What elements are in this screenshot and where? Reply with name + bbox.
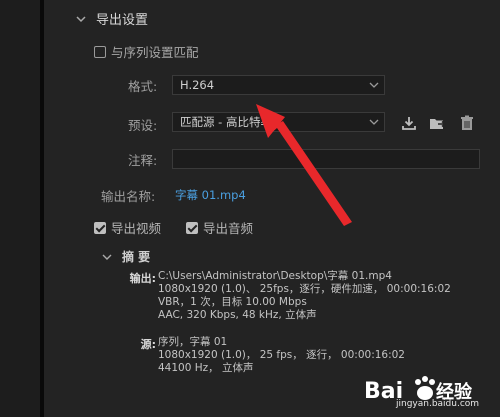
format-label: 格式: <box>128 79 158 94</box>
section-title: 导出设置 <box>96 13 149 28</box>
export-audio-checkbox[interactable] <box>186 221 198 234</box>
export-settings-header[interactable]: 导出设置 <box>74 9 148 28</box>
summary-output-line: 1080x1920 (1.0)、 25fps，逐行，硬件加速， 00:00:16… <box>158 283 451 295</box>
summary-output-label: 输出: <box>129 272 156 285</box>
preset-label: 预设: <box>128 118 158 133</box>
match-sequence-label: 与序列设置匹配 <box>111 45 199 60</box>
summary-header[interactable]: 摘 要 <box>102 248 150 265</box>
summary-output-line: C:\Users\Administrator\Desktop\字幕 01.mp4 <box>158 270 392 282</box>
format-dropdown[interactable]: H.264 <box>172 75 385 95</box>
export-video-checkbox[interactable] <box>94 221 106 234</box>
watermark-url: jingyan.baidu.com <box>396 399 480 409</box>
summary-source-line: 1080x1920 (1.0)， 25 fps， 逐行， 00:00:16:02 <box>158 349 405 361</box>
summary-title: 摘 要 <box>122 250 151 264</box>
preset-value: 匹配源 - 高比特率 <box>180 115 272 129</box>
left-panel-edge <box>0 0 40 417</box>
save-preset-button[interactable] <box>399 113 419 133</box>
preset-dropdown[interactable]: 匹配源 - 高比特率 <box>172 112 385 132</box>
output-name-link[interactable]: 字幕 01.mp4 <box>175 187 246 203</box>
export-video-row[interactable]: 导出视频 <box>94 218 161 237</box>
folder-import-icon <box>430 119 447 129</box>
chevron-down-icon <box>369 82 379 88</box>
export-settings-panel: 导出设置 与序列设置匹配 格式: H.264 预设: 匹配源 - 高比特率 注释… <box>44 0 500 417</box>
trash-icon <box>461 115 473 130</box>
format-value: H.264 <box>180 78 215 92</box>
chevron-down-icon[interactable] <box>74 12 88 26</box>
export-audio-row[interactable]: 导出音频 <box>186 218 253 237</box>
paw-icon <box>415 376 435 400</box>
match-sequence-checkbox[interactable] <box>94 45 106 58</box>
comment-input[interactable] <box>172 149 480 169</box>
summary-output-line: VBR，1 次，目标 10.00 Mbps <box>158 296 307 308</box>
comment-label: 注释: <box>128 153 158 168</box>
summary-output-details: C:\Users\Administrator\Desktop\字幕 01.mp4… <box>158 270 451 322</box>
export-video-label: 导出视频 <box>111 221 162 236</box>
chevron-down-icon <box>369 119 379 125</box>
summary-source-line: 序列，字幕 01 <box>158 336 228 348</box>
delete-preset-button[interactable] <box>457 113 477 133</box>
summary-source-label: 源: <box>140 338 156 351</box>
download-icon <box>402 117 416 130</box>
export-audio-label: 导出音频 <box>203 221 254 236</box>
chevron-down-icon[interactable] <box>102 252 112 262</box>
summary-output-line: AAC, 320 Kbps, 48 kHz, 立体声 <box>158 309 317 321</box>
output-name-label: 输出名称: <box>101 189 156 204</box>
import-preset-button[interactable] <box>428 113 448 133</box>
match-sequence-row[interactable]: 与序列设置匹配 <box>94 42 199 61</box>
